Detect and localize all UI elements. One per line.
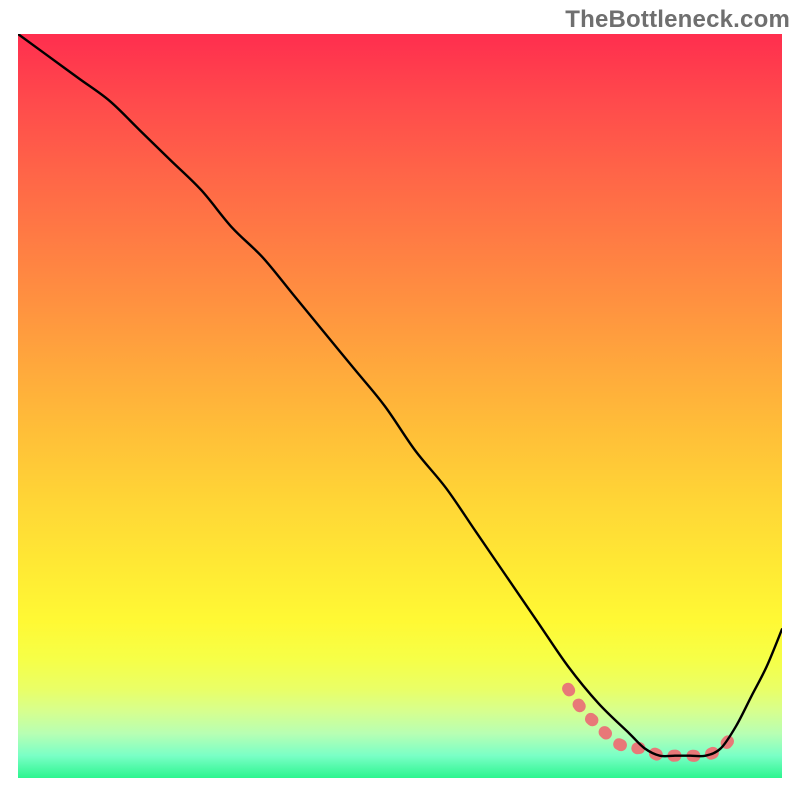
- plot-area: [18, 34, 782, 778]
- chart-container: TheBottleneck.com: [0, 0, 800, 800]
- pink-overlay-segment: [568, 689, 728, 757]
- watermark: TheBottleneck.com: [565, 6, 790, 34]
- black-curve: [18, 34, 782, 756]
- chart-svg: [18, 34, 782, 778]
